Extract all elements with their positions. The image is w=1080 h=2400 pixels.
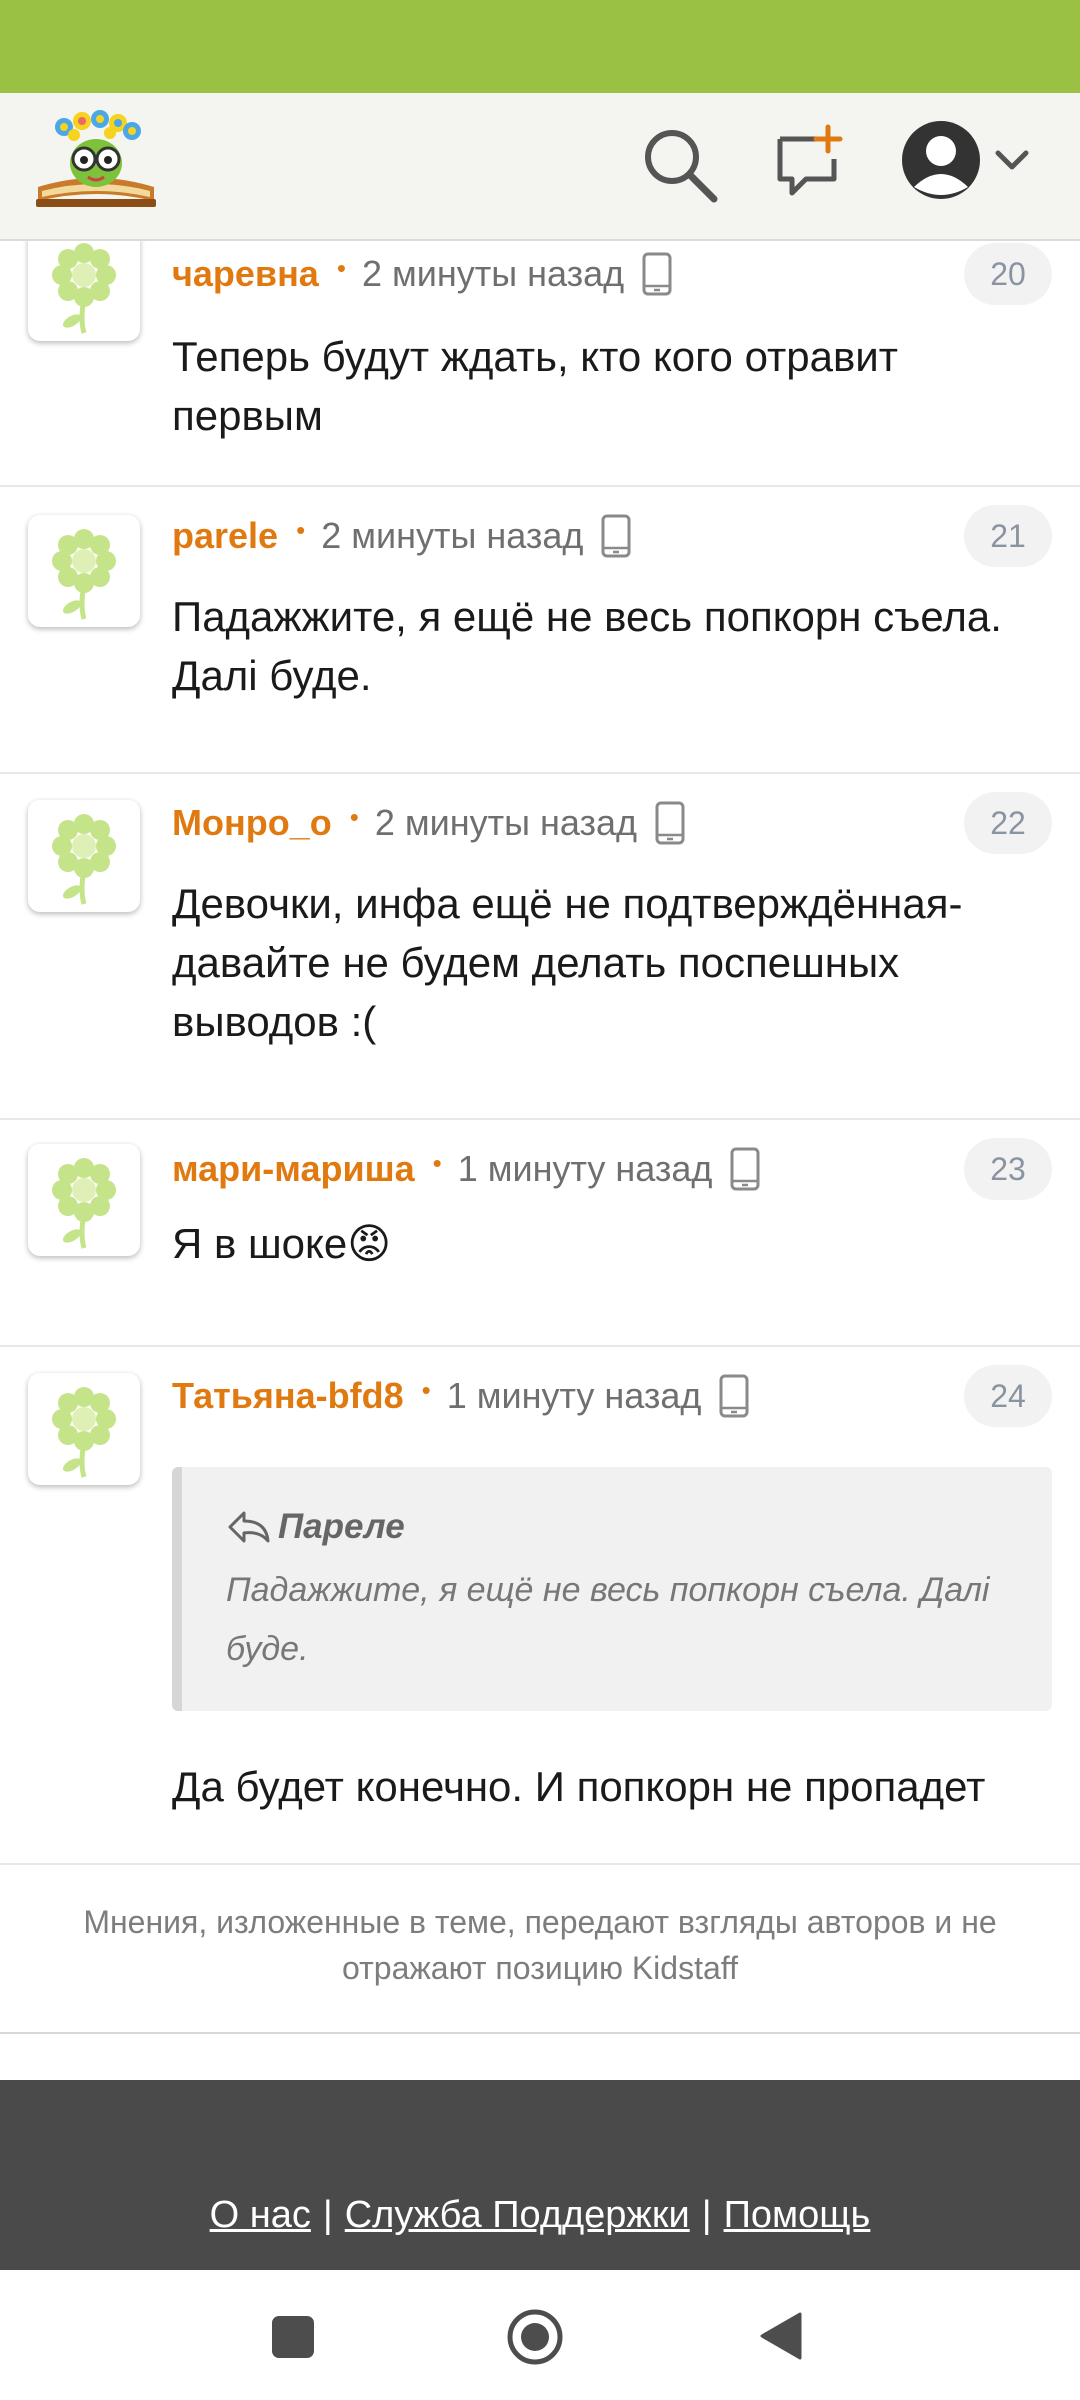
quote-text: Падажжите, я ещё не весь попкорн съела. … [226,1571,990,1668]
footer-separator: | [701,2194,712,2236]
user-avatar[interactable] [28,515,140,627]
divider [0,2032,1080,2034]
user-avatar[interactable] [28,800,140,912]
kidstaff-logo[interactable] [34,107,158,211]
daisy-avatar-icon [52,1387,116,1478]
footer-link-help[interactable]: Помощь [724,2194,871,2236]
site-header [0,93,1080,241]
footer-separator: | [322,2194,333,2236]
comment-author[interactable]: чаревна [172,253,319,295]
chevron-down-icon[interactable] [994,145,1030,175]
footer-link-about[interactable]: О нас [210,2194,311,2236]
search-icon[interactable] [640,125,720,205]
account-avatar-icon[interactable] [900,119,982,201]
comment-number[interactable]: 22 [964,792,1052,854]
comment-text: Падажжите, я ещё не весь попкорн съела. … [172,593,1002,699]
meta-dot: • [432,1147,442,1178]
comment-number[interactable]: 21 [964,505,1052,567]
quote-author-name: Пареле [278,1507,405,1546]
daisy-avatar-icon [52,1158,116,1249]
user-avatar[interactable] [28,241,140,341]
new-topic-icon[interactable] [772,123,848,199]
comment-text: Я в шоке😡 [172,1220,392,1267]
comment-author[interactable]: parele [172,515,278,557]
mobile-device-icon [642,252,672,296]
comment-text: Да будет конечно. И попкорн не пропадет [172,1763,986,1810]
mobile-device-icon [719,1374,749,1418]
comments-feed: чаревна • 2 минуты назад 20 Теперь будут… [0,241,1080,2034]
comment-time: 2 минуты назад [374,802,637,843]
comment-item: Татьяна-bfd8 • 1 минуту назад 24 Пареле … [0,1347,1080,1865]
comment-meta: мари-мариша • 1 минуту назад [172,1144,760,1194]
comment-author[interactable]: Татьяна-bfd8 [172,1375,404,1417]
meta-dot: • [336,252,346,283]
comment-time: 2 минуты назад [321,515,584,556]
meta-dot: • [296,514,306,545]
quote-block: Пареле Падажжите, я ещё не весь попкорн … [172,1467,1052,1711]
comment-meta: чаревна • 2 минуты назад [172,249,672,299]
comment-text: Девочки, инфа ещё не подтверждённая- дав… [172,880,963,1045]
comment-meta: Монро_о • 2 минуты назад [172,798,685,848]
disclaimer-text: Мнения, изложенные в теме, передают взгл… [83,1904,997,1986]
daisy-avatar-icon [52,243,116,334]
daisy-avatar-icon [52,529,116,620]
comment-number[interactable]: 20 [964,243,1052,305]
reply-arrow-icon [228,1511,270,1543]
comment-number[interactable]: 23 [964,1138,1052,1200]
comment-item: мари-мариша • 1 минуту назад 23 Я в шоке… [0,1120,1080,1347]
home-icon[interactable] [506,2308,564,2366]
comment-time: 2 минуты назад [361,253,625,294]
site-footer: О нас | Служба Поддержки | Помощь [0,2080,1080,2270]
comment-time: 1 минуту назад [457,1148,713,1189]
footer-links: О нас | Служба Поддержки | Помощь [0,2194,1080,2237]
comment-author[interactable]: Монро_о [172,802,332,844]
comment-meta: Татьяна-bfd8 • 1 минуту назад [172,1371,749,1421]
status-bar [0,0,1080,93]
footer-link-support[interactable]: Служба Поддержки [345,2194,690,2236]
meta-dot: • [421,1374,431,1405]
comment-item: чаревна • 2 минуты назад 20 Теперь будут… [0,241,1080,487]
comment-text: Теперь будут ждать, кто кого отравит пер… [172,333,898,439]
mobile-device-icon [601,514,631,558]
mobile-device-icon [655,801,685,845]
comment-number[interactable]: 24 [964,1365,1052,1427]
user-avatar[interactable] [28,1144,140,1256]
user-avatar[interactable] [28,1373,140,1485]
system-navigation-bar [0,2270,1080,2400]
daisy-avatar-icon [52,814,116,905]
mobile-device-icon [730,1147,760,1191]
comment-author[interactable]: мари-мариша [172,1148,415,1190]
comment-item: Монро_о • 2 минуты назад 22 Девочки, инф… [0,774,1080,1120]
comment-item: parele • 2 минуты назад 21 Падажжите, я … [0,487,1080,774]
comment-meta: parele • 2 минуты назад [172,511,631,561]
quote-author[interactable]: Пареле [226,1507,405,1547]
meta-dot: • [349,801,359,832]
back-icon[interactable] [758,2310,804,2362]
recent-apps-icon[interactable] [270,2314,316,2360]
comment-time: 1 минуту назад [446,1375,702,1416]
